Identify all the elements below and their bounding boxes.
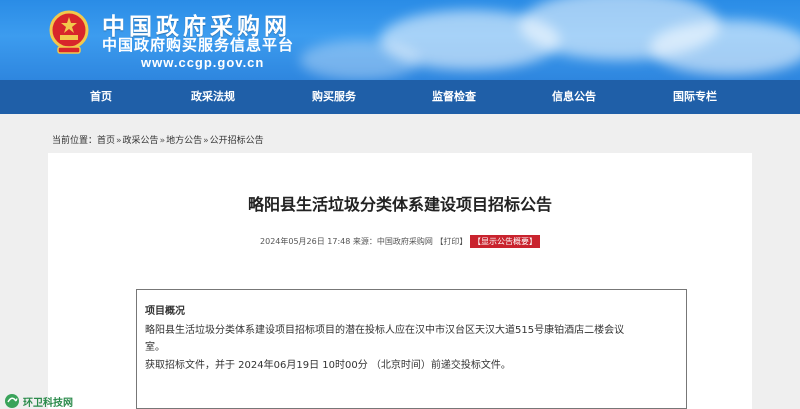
breadcrumb-home[interactable]: 首页 (97, 136, 115, 146)
main-nav: 首页 政采法规 购买服务 监督检查 信息公告 国际专栏 (0, 80, 800, 114)
recycle-logo-icon (5, 394, 19, 408)
article-meta: 2024年05月26日 17:48 来源：中国政府采购网 【打印】 【显示公告概… (48, 235, 752, 248)
summary-heading: 项目概况 (145, 306, 185, 317)
nav-regulations[interactable]: 政采法规 (181, 80, 245, 114)
nav-announcements[interactable]: 信息公告 (542, 80, 606, 114)
national-emblem-icon[interactable] (48, 9, 90, 57)
cloud-decoration (650, 20, 800, 75)
publish-source: 来源：中国政府采购网 (352, 237, 433, 246)
breadcrumb-separator: » (203, 136, 209, 146)
watermark: 环卫科技网 (4, 393, 73, 409)
nav-supervision[interactable]: 监督检查 (422, 80, 486, 114)
site-subtitle: 中国政府购买服务信息平台 (102, 36, 295, 54)
breadcrumb-announcements[interactable]: 政采公告 (123, 136, 159, 146)
breadcrumb-local[interactable]: 地方公告 (166, 136, 202, 146)
show-summary-button[interactable]: 【显示公告概要】 (469, 235, 540, 248)
cloud-decoration (300, 40, 420, 80)
nav-home[interactable]: 首页 (76, 80, 126, 114)
breadcrumb-open-tender[interactable]: 公开招标公告 (210, 136, 264, 146)
summary-text-line: 室。 (145, 342, 165, 353)
project-summary-box: 项目概况 略阳县生活垃圾分类体系建设项目招标项目的潜在投标人应在汉中市汉台区天汉… (136, 289, 687, 409)
summary-text-line: 略阳县生活垃圾分类体系建设项目招标项目的潜在投标人应在汉中市汉台区天汉大道515… (145, 325, 625, 336)
nav-purchase-services[interactable]: 购买服务 (302, 80, 366, 114)
breadcrumb-separator: » (159, 136, 166, 146)
watermark-text: 环卫科技网 (23, 397, 73, 409)
breadcrumb-separator: » (116, 136, 122, 146)
nav-international[interactable]: 国际专栏 (663, 80, 727, 114)
publish-datetime: 2024年05月26日 17:48 (260, 237, 351, 246)
breadcrumb-prefix: 当前位置： (52, 136, 98, 146)
summary-text-line: 获取招标文件，并于 2024年06月19日 10时00分 （北京时间）前递交投标… (145, 360, 511, 371)
article-title: 略阳县生活垃圾分类体系建设项目招标公告 (247, 195, 552, 214)
header-banner: 中国政府采购网 中国政府购买服务信息平台 www.ccgp.gov.cn (0, 0, 800, 80)
print-link[interactable]: 【打印】 (435, 237, 467, 246)
breadcrumb: 当前位置：首页»政采公告»地方公告»公开招标公告 (52, 133, 264, 146)
site-url[interactable]: www.ccgp.gov.cn (141, 55, 264, 70)
article-card: 略阳县生活垃圾分类体系建设项目招标公告 2024年05月26日 17:48 来源… (48, 153, 752, 409)
